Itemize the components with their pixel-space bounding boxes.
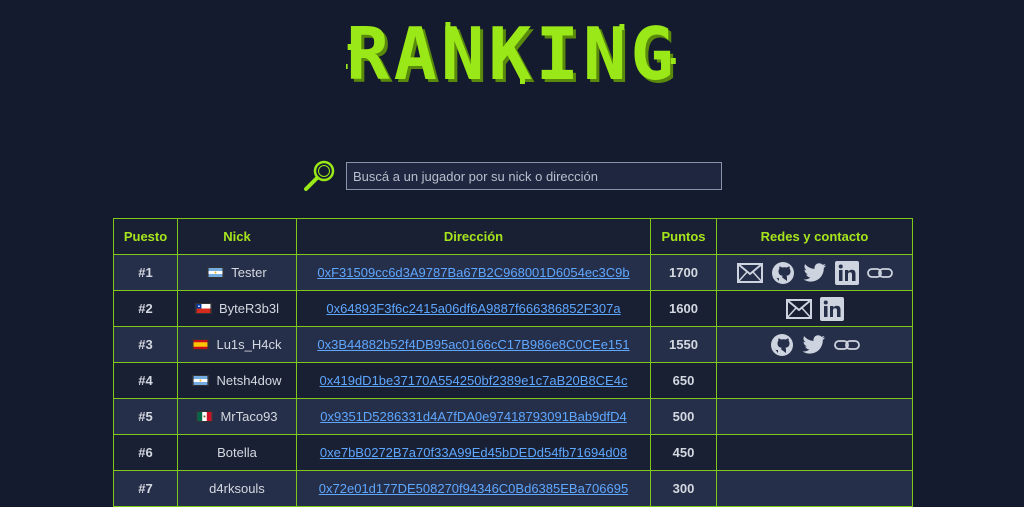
linkedin-icon[interactable]: [834, 260, 859, 285]
rank-cell: #2: [113, 290, 178, 327]
twitter-icon[interactable]: [802, 334, 826, 355]
table-row: #7 d4rksouls 0x72e01d177DE508270f94346C0Bd…: [113, 470, 913, 507]
address-cell: 0x419dD1be37170A554250bf2389e1c7aB20B8CE…: [296, 362, 651, 399]
nick-text: MrTaco93: [220, 408, 278, 424]
ranking-logo: RANKING: [346, 14, 677, 94]
rank-cell: #7: [113, 470, 178, 507]
logo-container: RANKING: [0, 14, 1024, 94]
nick-text: Botella: [217, 445, 257, 460]
header-socials: Redes y contacto: [716, 218, 913, 255]
address-link[interactable]: 0x419dD1be37170A554250bf2389e1c7aB20B8CE…: [320, 373, 628, 388]
search-input[interactable]: [346, 162, 722, 190]
flag-mexico-icon: [196, 410, 214, 422]
nick-cell: Botella: [177, 434, 297, 471]
address-link[interactable]: 0x9351D5286331d4A7fDA0e97418793091Bab9df…: [320, 409, 627, 424]
flag-spain-icon: [192, 338, 210, 350]
social-links: [785, 296, 844, 321]
header-nick: Nick: [177, 218, 297, 255]
flag-chile-icon: [195, 302, 212, 314]
twitter-icon[interactable]: [803, 262, 827, 283]
address-link[interactable]: 0x64893F3f6c2415a06df6A9887f666386852F30…: [326, 301, 620, 316]
table-row: #3 Lu1s_H4ck 0x3B44882b52f4DB95ac0166cC17B…: [113, 326, 913, 363]
pixel-decoration-icon: [346, 22, 677, 84]
ranking-table: Puesto Nick Dirección Puntos Redes y con…: [113, 218, 913, 507]
table-body: #1 Tester 0xF31509cc6d3A9787Ba67B2C968001D…: [113, 254, 913, 507]
social-links: [736, 260, 893, 285]
rank-cell: #3: [113, 326, 178, 363]
link-icon[interactable]: [833, 338, 860, 352]
points-cell: 450: [650, 434, 717, 471]
flag-argentina-icon: [207, 266, 225, 278]
address-link[interactable]: 0xe7bB0272B7a70f33A99Ed45bDEDd54fb71694d…: [320, 445, 627, 460]
header-rank: Puesto: [113, 218, 178, 255]
socials-cell: [716, 470, 913, 507]
points-cell: 1700: [650, 254, 717, 291]
nick-text: ByteR3b3l: [219, 300, 279, 316]
nick-text: Netsh4dow: [216, 372, 282, 388]
table-header-row: Puesto Nick Dirección Puntos Redes y con…: [113, 218, 913, 255]
socials-cell: [716, 254, 913, 291]
rank-cell: #4: [113, 362, 178, 399]
socials-cell: [716, 434, 913, 471]
address-cell: 0x3B44882b52f4DB95ac0166cC17B986e8C0CEe1…: [296, 326, 651, 363]
header-points: Puntos: [650, 218, 717, 255]
nick-cell: Netsh4dow: [177, 362, 297, 399]
socials-cell: [716, 398, 913, 435]
linkedin-icon[interactable]: [819, 296, 844, 321]
socials-cell: [716, 290, 913, 327]
email-icon[interactable]: [736, 262, 763, 283]
flag-argentina-icon: [192, 374, 210, 386]
table-row: #5 MrTaco93 0x9351D5286331d4A7fDA0e9741879…: [113, 398, 913, 435]
nick-text: Lu1s_H4ck: [216, 336, 282, 352]
points-cell: 300: [650, 470, 717, 507]
nick-cell: Tester: [177, 254, 297, 291]
points-cell: 1550: [650, 326, 717, 363]
ranking-page: RANKING Pues: [0, 0, 1024, 507]
table-row: #2 ByteR3b3l 0x64893F3f6c2415a06df6A9887f6…: [113, 290, 913, 327]
github-icon[interactable]: [771, 261, 795, 285]
table-row: #1 Tester 0xF31509cc6d3A9787Ba67B2C968001D…: [113, 254, 913, 291]
search-icon[interactable]: [300, 158, 340, 194]
rank-cell: #1: [113, 254, 178, 291]
nick-cell: ByteR3b3l: [177, 290, 297, 327]
nick-cell: d4rksouls: [177, 470, 297, 507]
address-cell: 0x64893F3f6c2415a06df6A9887f666386852F30…: [296, 290, 651, 327]
nick-text: Tester: [231, 264, 267, 280]
social-links: [770, 333, 860, 357]
address-cell: 0xF31509cc6d3A9787Ba67B2C968001D6054ec3C…: [296, 254, 651, 291]
github-icon[interactable]: [770, 333, 794, 357]
address-link[interactable]: 0xF31509cc6d3A9787Ba67B2C968001D6054ec3C…: [317, 265, 629, 280]
nick-cell: MrTaco93: [177, 398, 297, 435]
points-cell: 650: [650, 362, 717, 399]
link-icon[interactable]: [866, 266, 893, 280]
address-cell: 0xe7bB0272B7a70f33A99Ed45bDEDd54fb71694d…: [296, 434, 651, 471]
rank-cell: #5: [113, 398, 178, 435]
address-link[interactable]: 0x3B44882b52f4DB95ac0166cC17B986e8C0CEe1…: [317, 337, 629, 352]
socials-cell: [716, 362, 913, 399]
email-icon[interactable]: [785, 298, 812, 319]
header-address: Dirección: [296, 218, 651, 255]
table-row: #4 Netsh4dow 0x419dD1be37170A554250bf2389e…: [113, 362, 913, 399]
points-cell: 1600: [650, 290, 717, 327]
nick-cell: Lu1s_H4ck: [177, 326, 297, 363]
nick-text: d4rksouls: [209, 481, 265, 496]
points-cell: 500: [650, 398, 717, 435]
address-cell: 0x9351D5286331d4A7fDA0e97418793091Bab9df…: [296, 398, 651, 435]
table-row: #6 Botella 0xe7bB0272B7a70f33A99Ed45bDEDd5…: [113, 434, 913, 471]
socials-cell: [716, 326, 913, 363]
address-link[interactable]: 0x72e01d177DE508270f94346C0Bd6385EBa7066…: [319, 481, 628, 496]
search-bar: [300, 158, 722, 194]
address-cell: 0x72e01d177DE508270f94346C0Bd6385EBa7066…: [296, 470, 651, 507]
rank-cell: #6: [113, 434, 178, 471]
